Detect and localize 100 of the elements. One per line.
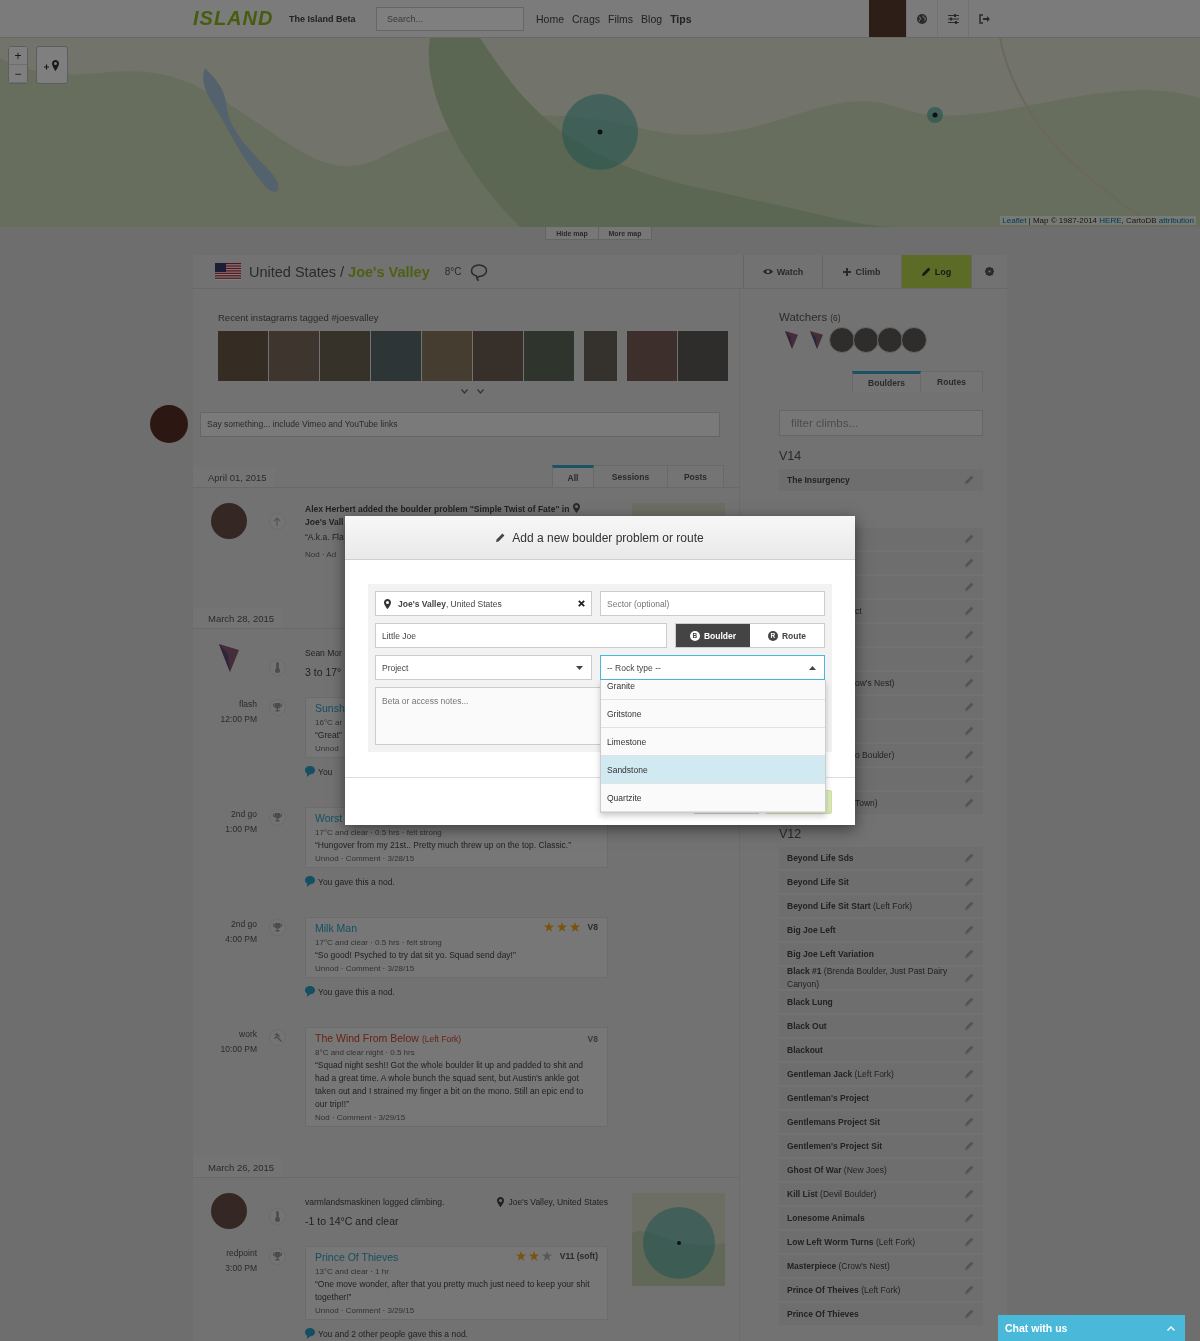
climb-title-link[interactable]: Worst bbox=[315, 811, 343, 826]
climb-list-item[interactable]: Black Out bbox=[779, 1015, 983, 1037]
nod-text: You gave this a nod. bbox=[318, 876, 395, 887]
location-field[interactable]: Joe's Valley, United States bbox=[375, 591, 592, 616]
climb-list-item[interactable]: Ghost Of War (New Joes) bbox=[779, 1159, 983, 1181]
grade-select[interactable]: Project bbox=[375, 655, 592, 680]
plus-icon bbox=[843, 267, 852, 276]
country-link[interactable]: United States bbox=[249, 263, 337, 280]
nav-link[interactable]: Films bbox=[608, 12, 634, 25]
edit-icon bbox=[965, 1093, 974, 1102]
climb-list-item[interactable]: Blackout bbox=[779, 1039, 983, 1061]
climb-title-link[interactable]: The Wind From Below bbox=[315, 1031, 419, 1046]
add-location-button[interactable] bbox=[36, 46, 68, 84]
edit-icon bbox=[965, 606, 974, 615]
edit-icon bbox=[965, 1285, 974, 1294]
nav-link[interactable]: Home bbox=[536, 12, 564, 25]
watchers-count: (6) bbox=[830, 313, 841, 323]
pencil-icon bbox=[496, 533, 506, 542]
chat-widget-button[interactable]: Chat with us bbox=[998, 1315, 1185, 1341]
climb-list-item[interactable]: Beyond Life Sds bbox=[779, 847, 983, 869]
nav-link[interactable]: Blog bbox=[641, 12, 663, 25]
watcher-avatar[interactable] bbox=[901, 327, 927, 353]
nod-text: You gave this a nod. bbox=[318, 986, 395, 997]
dropdown-option[interactable]: Sandstone bbox=[601, 756, 825, 784]
climb-list-item[interactable]: Low Left Worm Turns (Left Fork) bbox=[779, 1231, 983, 1253]
climb-list-item[interactable]: Beyond Life Sit bbox=[779, 871, 983, 893]
climb-list-item[interactable]: Prince Of Thieves bbox=[779, 1303, 983, 1325]
location-link[interactable]: Joe's Vall bbox=[305, 516, 344, 529]
triangle-avatar-icon bbox=[785, 331, 798, 349]
dropdown-option[interactable]: Gritstone bbox=[601, 700, 825, 728]
edit-icon bbox=[965, 925, 974, 934]
attribution-link[interactable]: attribution bbox=[1158, 216, 1194, 225]
climb-list-item[interactable]: Beyond Life Sit Start (Left Fork) bbox=[779, 895, 983, 917]
edit-icon bbox=[965, 949, 974, 958]
climb-list-item[interactable]: The Insurgency bbox=[779, 469, 983, 491]
thermometer-icon bbox=[274, 1211, 280, 1222]
user-avatar bbox=[211, 503, 247, 539]
breadcrumb-separator: / bbox=[340, 263, 345, 280]
eye-icon bbox=[762, 268, 773, 275]
watcher-avatar[interactable] bbox=[829, 327, 855, 353]
sliders-icon bbox=[947, 13, 959, 24]
climb-quote: “Hungover from my 21st.. Pretty much threw up on the top. Classic.” bbox=[315, 839, 573, 852]
edit-icon bbox=[965, 582, 974, 591]
ascent-time: 1:00 PM bbox=[225, 823, 257, 836]
edit-icon bbox=[965, 475, 974, 484]
attribution-link[interactable]: Leaflet bbox=[1002, 216, 1027, 225]
climb-list-item[interactable]: Lonesome Animals bbox=[779, 1207, 983, 1229]
climb-list-item[interactable]: Black Lung bbox=[779, 991, 983, 1013]
nav-link[interactable]: Tips bbox=[670, 12, 692, 25]
feed-tab[interactable]: Posts bbox=[668, 465, 724, 487]
dropdown-option[interactable]: Granite bbox=[601, 680, 825, 700]
star-icon bbox=[528, 1251, 539, 1261]
climb-list-item[interactable]: Big Joe Left bbox=[779, 919, 983, 941]
climb-list-item[interactable]: Kill List (Devil Boulder) bbox=[779, 1183, 983, 1205]
feed-tab[interactable]: All bbox=[552, 465, 594, 487]
edit-icon bbox=[965, 997, 974, 1006]
climb-title-link[interactable]: Milk Man bbox=[315, 921, 357, 936]
trophy-icon bbox=[272, 1252, 282, 1261]
climb-list-item[interactable]: Big Joe Left Variation bbox=[779, 943, 983, 965]
attribution-link[interactable]: HERE bbox=[1099, 216, 1122, 225]
edit-icon bbox=[965, 1117, 974, 1126]
sector-field[interactable]: Sector (optional) bbox=[600, 591, 825, 616]
climb-type-tab[interactable]: Boulders bbox=[852, 371, 921, 392]
zoom-in-button[interactable]: + bbox=[9, 47, 27, 65]
modal-title: Add a new boulder problem or route bbox=[512, 530, 704, 545]
watcher-avatar[interactable] bbox=[877, 327, 903, 353]
rock-type-select[interactable]: -- Rock type -- bbox=[600, 655, 825, 680]
sign-out-icon bbox=[978, 13, 990, 24]
grade-label: V8 bbox=[587, 922, 598, 932]
climb-list-item[interactable]: Gentleman's Project bbox=[779, 1087, 983, 1109]
dropdown-option[interactable]: Quartzite bbox=[601, 784, 825, 812]
climb-type-tab[interactable]: Routes bbox=[921, 371, 983, 392]
climb-list-item[interactable]: Prince Of Theives (Left Fork) bbox=[779, 1279, 983, 1301]
climb-list-item[interactable]: Masterpiece (Crow's Nest) bbox=[779, 1255, 983, 1277]
search-field[interactable]: Search... bbox=[376, 6, 524, 31]
edit-icon bbox=[965, 558, 974, 567]
climb-list-item[interactable]: Gentlemen's Project Sit bbox=[779, 1135, 983, 1157]
climb-title-link[interactable]: Sunsh bbox=[315, 701, 345, 716]
speech-bubble-icon bbox=[305, 766, 315, 777]
post-input-field[interactable]: Say something... include Vimeo and YouTube links bbox=[200, 411, 720, 437]
star-icon bbox=[556, 922, 567, 932]
climb-quote: “One move wonder, after that you pretty much just need to keep your shit together!” bbox=[315, 1278, 591, 1304]
climb-title-link[interactable]: Prince Of Thieves bbox=[315, 1250, 399, 1265]
thermometer-icon bbox=[274, 662, 280, 673]
site-logo[interactable]: ISLAND bbox=[193, 7, 283, 30]
post-actions: Nod · Ad bbox=[305, 549, 337, 561]
chevron-up-icon bbox=[1167, 1325, 1175, 1331]
log-button[interactable]: Log bbox=[901, 255, 971, 288]
edit-icon bbox=[965, 1165, 974, 1174]
speech-bubble-icon bbox=[305, 1328, 315, 1339]
edit-icon bbox=[965, 853, 974, 862]
feed-tab[interactable]: Sessions bbox=[594, 465, 668, 487]
climb-list-item[interactable]: Gentlemans Project Sit bbox=[779, 1111, 983, 1133]
watcher-avatar[interactable] bbox=[853, 327, 879, 353]
nav-link[interactable]: Crags bbox=[572, 12, 601, 25]
location-link[interactable]: Joe's Valley, United States bbox=[508, 1196, 608, 1208]
edit-icon bbox=[965, 1309, 974, 1318]
name-field[interactable]: Little Joe bbox=[375, 623, 667, 648]
climb-list-item[interactable]: Black #1 (Brenda Boulder, Just Past Dairy Canyon) bbox=[779, 967, 983, 989]
climb-list-item[interactable]: Gentleman Jack (Left Fork) bbox=[779, 1063, 983, 1085]
